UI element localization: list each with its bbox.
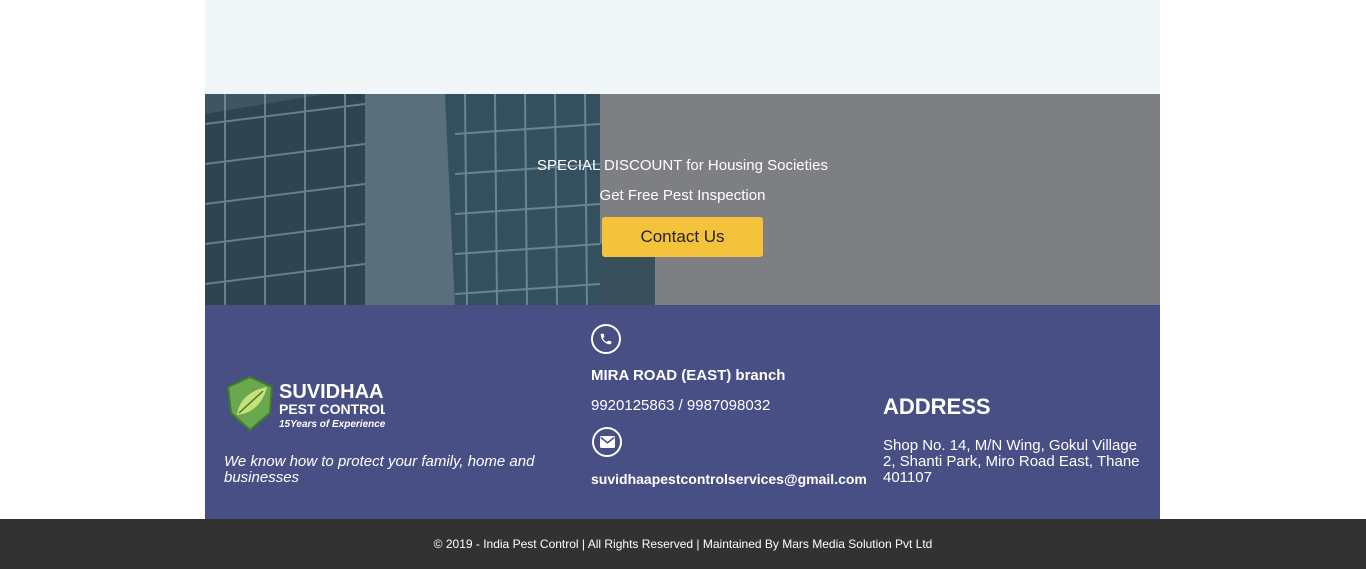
logo-sub: PEST CONTROL [279, 401, 385, 417]
address-heading: ADDRESS [883, 394, 991, 419]
email-link[interactable]: suvidhaapestcontrolservices@gmail.com [591, 471, 867, 487]
address-text: Shop No. 14, M/N Wing, Gokul Village 2, … [883, 437, 1140, 486]
branch-name: MIRA ROAD (EAST) branch [591, 367, 786, 384]
promo-subline: Get Free Pest Inspection [599, 187, 766, 204]
copyright-text: © 2019 - India Pest Control | All Rights… [433, 537, 933, 551]
phone-numbers[interactable]: 9920125863 / 9987098032 [591, 397, 770, 414]
promo-banner: SPECIAL DISCOUNT for Housing Societies G… [205, 94, 1160, 305]
logo-name: SUVIDHAA [279, 381, 383, 403]
contact-us-button[interactable]: Contact Us [602, 217, 763, 257]
footer: SUVIDHAA PEST CONTROL 15Years of Experie… [205, 305, 1160, 519]
top-band [205, 0, 1160, 94]
phone-icon [591, 324, 621, 354]
suvidhaa-logo[interactable]: SUVIDHAA PEST CONTROL 15Years of Experie… [225, 375, 389, 433]
mail-icon [592, 427, 622, 457]
shield-leaf-icon [226, 375, 274, 432]
copyright-bar: © 2019 - India Pest Control | All Rights… [0, 519, 1366, 569]
footer-tagline: We know how to protect your family, home… [224, 453, 535, 486]
logo-years: 15Years of Experience [279, 419, 385, 430]
promo-headline: SPECIAL DISCOUNT for Housing Societies [537, 157, 828, 174]
